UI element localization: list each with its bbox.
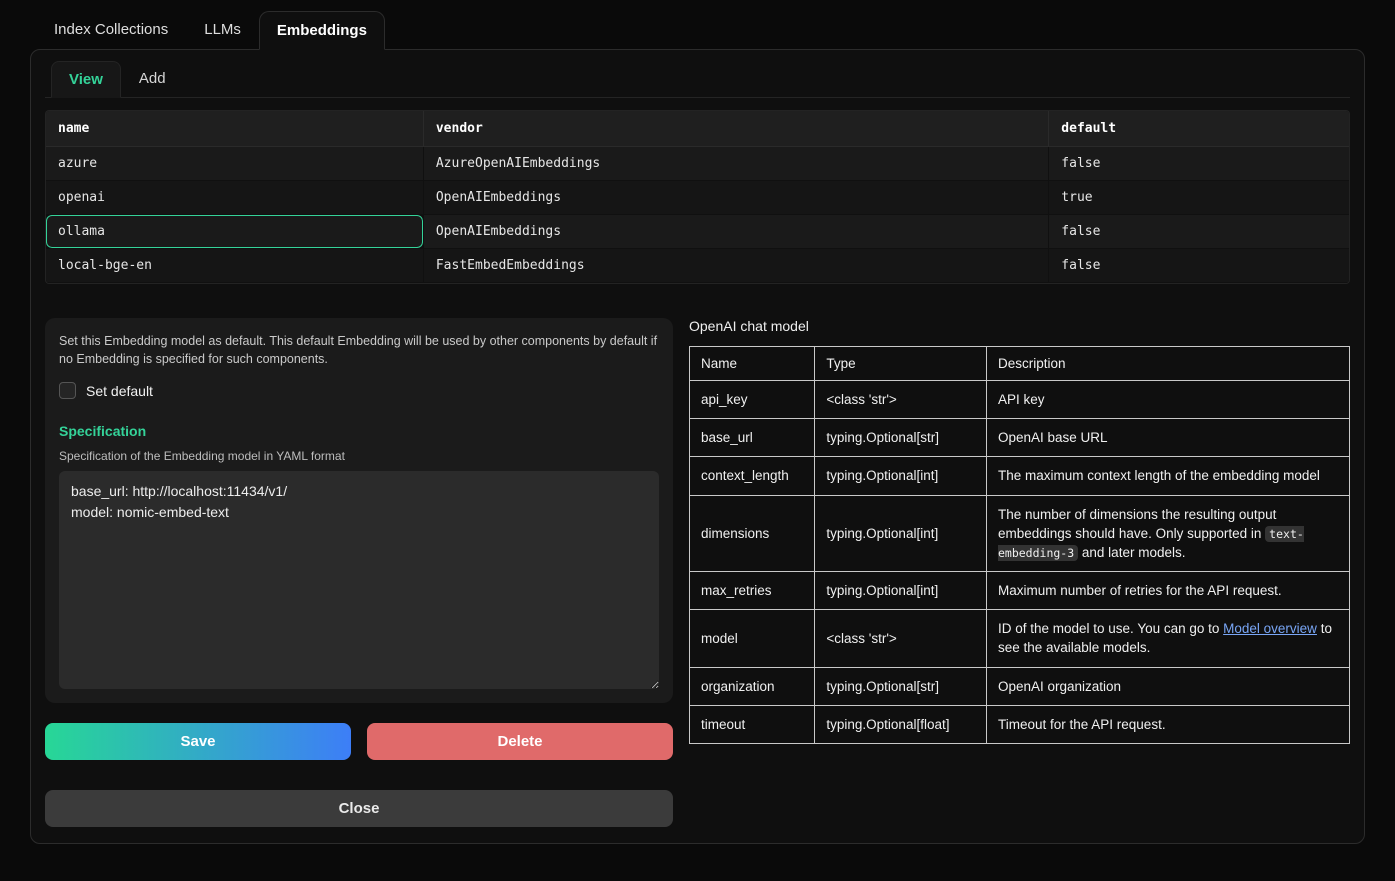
default-cell[interactable]: false bbox=[1049, 147, 1349, 181]
tab-llms[interactable]: LLMs bbox=[186, 10, 259, 49]
name-cell[interactable]: azure bbox=[46, 147, 424, 181]
description-text: ID of the model to use. You can go to bbox=[998, 621, 1223, 636]
delete-button[interactable]: Delete bbox=[367, 723, 673, 760]
vendor-cell[interactable]: AzureOpenAIEmbeddings bbox=[424, 147, 1049, 181]
sub-tabs: ViewAdd bbox=[45, 60, 1350, 98]
param-description: API key bbox=[986, 381, 1349, 419]
tab-embeddings[interactable]: Embeddings bbox=[259, 11, 385, 50]
embeddings-panel: ViewAdd name vendor default azureAzureOp… bbox=[30, 49, 1365, 844]
description-text: OpenAI base URL bbox=[998, 430, 1108, 445]
description-text: Timeout for the API request. bbox=[998, 717, 1166, 732]
name-cell[interactable]: ollama bbox=[46, 215, 424, 249]
embeddings-table-body: azureAzureOpenAIEmbeddingsfalseopenaiOpe… bbox=[46, 147, 1349, 283]
default-setting-card: Set this Embedding model as default. Thi… bbox=[45, 318, 673, 703]
embedding-row-local-bge-en[interactable]: local-bge-enFastEmbedEmbeddingsfalse bbox=[46, 249, 1349, 283]
column-header-name: name bbox=[46, 111, 424, 147]
param-name: timeout bbox=[690, 705, 815, 743]
action-buttons-row: Save Delete bbox=[45, 723, 673, 760]
save-button[interactable]: Save bbox=[45, 723, 351, 760]
param-description: The maximum context length of the embedd… bbox=[986, 457, 1349, 495]
docs-row-model: model<class 'str'>ID of the model to use… bbox=[690, 610, 1350, 667]
docs-column-name: Name bbox=[690, 347, 815, 381]
description-text: The number of dimensions the resulting o… bbox=[998, 507, 1276, 541]
param-description: The number of dimensions the resulting o… bbox=[986, 495, 1349, 571]
docs-row-context_length: context_lengthtyping.Optional[int] The ma… bbox=[690, 457, 1350, 495]
embedding-row-openai[interactable]: openaiOpenAIEmbeddingstrue bbox=[46, 181, 1349, 215]
page: Index CollectionsLLMsEmbeddings ViewAdd … bbox=[0, 0, 1395, 844]
vendor-cell[interactable]: FastEmbedEmbeddings bbox=[424, 249, 1049, 283]
param-type: typing.Optional[str] bbox=[815, 419, 987, 457]
description-text: and later models. bbox=[1078, 545, 1185, 560]
tab-view[interactable]: View bbox=[51, 61, 121, 98]
param-name: organization bbox=[690, 667, 815, 705]
docs-row-timeout: timeouttyping.Optional[float] Timeout for… bbox=[690, 705, 1350, 743]
main-tabs: Index CollectionsLLMsEmbeddings bbox=[30, 10, 1365, 49]
docs-panel: OpenAI chat model Name Type Description bbox=[689, 318, 1350, 827]
docs-table-header: Name Type Description bbox=[690, 347, 1350, 381]
param-type: <class 'str'> bbox=[815, 610, 987, 667]
default-cell[interactable]: true bbox=[1049, 181, 1349, 215]
docs-table-body: api_key<class 'str'>API keybase_urltypin… bbox=[690, 381, 1350, 744]
name-cell[interactable]: local-bge-en bbox=[46, 249, 424, 283]
description-text: Maximum number of retries for the API re… bbox=[998, 583, 1282, 598]
embeddings-table-wrap: name vendor default azureAzureOpenAIEmbe… bbox=[45, 110, 1350, 284]
param-type: typing.Optional[int] bbox=[815, 457, 987, 495]
param-type: <class 'str'> bbox=[815, 381, 987, 419]
param-name: max_retries bbox=[690, 572, 815, 610]
param-description: OpenAI base URL bbox=[986, 419, 1349, 457]
param-name: context_length bbox=[690, 457, 815, 495]
description-text: API key bbox=[998, 392, 1045, 407]
set-default-label: Set default bbox=[86, 383, 153, 399]
param-type: typing.Optional[float] bbox=[815, 705, 987, 743]
set-default-row[interactable]: Set default bbox=[59, 382, 659, 399]
docs-row-organization: organizationtyping.Optional[str] OpenAI o… bbox=[690, 667, 1350, 705]
embeddings-table: name vendor default azureAzureOpenAIEmbe… bbox=[46, 111, 1349, 283]
docs-column-type: Type bbox=[815, 347, 987, 381]
param-type: typing.Optional[str] bbox=[815, 667, 987, 705]
tab-index-collections[interactable]: Index Collections bbox=[36, 10, 186, 49]
docs-row-api_key: api_key<class 'str'> API key bbox=[690, 381, 1350, 419]
param-name: base_url bbox=[690, 419, 815, 457]
default-cell[interactable]: false bbox=[1049, 249, 1349, 283]
embedding-editor: Set this Embedding model as default. Thi… bbox=[45, 318, 673, 827]
param-type: typing.Optional[int] bbox=[815, 572, 987, 610]
param-description: OpenAI organization bbox=[986, 667, 1349, 705]
docs-row-dimensions: dimensionstyping.Optional[int] The number… bbox=[690, 495, 1350, 571]
docs-row-base_url: base_urltyping.Optional[str] OpenAI base … bbox=[690, 419, 1350, 457]
param-name: api_key bbox=[690, 381, 815, 419]
model-overview-link[interactable]: Model overview bbox=[1223, 621, 1317, 636]
description-text: OpenAI organization bbox=[998, 679, 1121, 694]
embeddings-table-header: name vendor default bbox=[46, 111, 1349, 147]
param-description: Timeout for the API request. bbox=[986, 705, 1349, 743]
default-cell[interactable]: false bbox=[1049, 215, 1349, 249]
vendor-cell[interactable]: OpenAIEmbeddings bbox=[424, 215, 1049, 249]
param-name: model bbox=[690, 610, 815, 667]
docs-title: OpenAI chat model bbox=[689, 318, 1350, 334]
embedding-row-ollama[interactable]: ollamaOpenAIEmbeddingsfalse bbox=[46, 215, 1349, 249]
param-name: dimensions bbox=[690, 495, 815, 571]
detail-panels: Set this Embedding model as default. Thi… bbox=[45, 318, 1350, 827]
description-text: The maximum context length of the embedd… bbox=[998, 468, 1320, 483]
name-cell[interactable]: openai bbox=[46, 181, 424, 215]
close-button[interactable]: Close bbox=[45, 790, 673, 827]
tab-add[interactable]: Add bbox=[121, 60, 184, 97]
vendor-cell[interactable]: OpenAIEmbeddings bbox=[424, 181, 1049, 215]
param-description: Maximum number of retries for the API re… bbox=[986, 572, 1349, 610]
specification-yaml-textarea[interactable] bbox=[59, 471, 659, 689]
docs-table: Name Type Description api_key<class 'str… bbox=[689, 346, 1350, 744]
param-type: typing.Optional[int] bbox=[815, 495, 987, 571]
docs-column-description: Description bbox=[986, 347, 1349, 381]
embedding-row-azure[interactable]: azureAzureOpenAIEmbeddingsfalse bbox=[46, 147, 1349, 181]
column-header-vendor: vendor bbox=[424, 111, 1049, 147]
specification-subtitle: Specification of the Embedding model in … bbox=[59, 449, 659, 463]
set-default-checkbox[interactable] bbox=[59, 382, 76, 399]
default-setting-description: Set this Embedding model as default. Thi… bbox=[59, 332, 659, 368]
param-description: ID of the model to use. You can go to Mo… bbox=[986, 610, 1349, 667]
column-header-default: default bbox=[1049, 111, 1349, 147]
docs-row-max_retries: max_retriestyping.Optional[int] Maximum n… bbox=[690, 572, 1350, 610]
specification-title: Specification bbox=[59, 423, 659, 439]
